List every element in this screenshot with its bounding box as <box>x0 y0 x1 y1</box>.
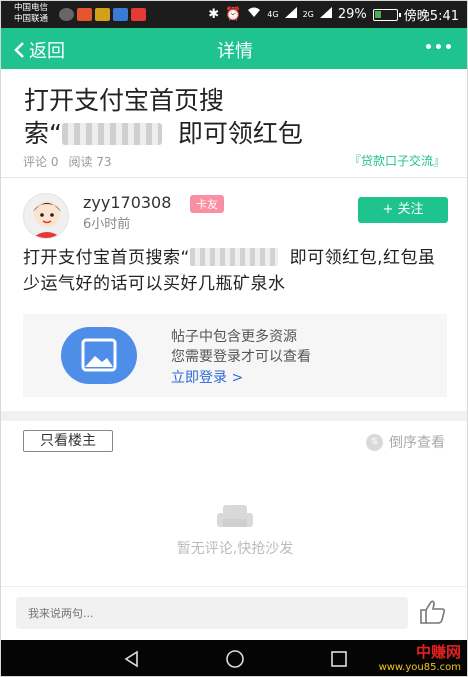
board-link[interactable]: 『贷款口子交流』 <box>349 152 445 169</box>
section-divider <box>1 411 467 421</box>
back-triangle-icon[interactable] <box>123 650 141 668</box>
comment-count: 评论 0 <box>23 155 59 169</box>
watermark-title: 中赚网 <box>415 643 461 661</box>
battery-icon <box>372 8 401 21</box>
post-title: 打开支付宝首页搜 索“ 即可领红包 <box>24 84 444 150</box>
sort-icon: ⇅ <box>366 433 383 451</box>
alarm-icon: ⏰ <box>225 7 242 22</box>
resource-hint: 帖子中包含更多资源 <box>171 329 297 345</box>
carrier-info: 中国电信 中国联通 <box>14 3 48 25</box>
blurred-text <box>61 123 162 145</box>
carrier-1: 中国电信 <box>14 3 49 13</box>
app-notification-icon <box>113 8 128 21</box>
page-title: 详情 <box>217 41 253 62</box>
status-right: ✱ ⏰ 4G 2G 29% 傍晚5:41 <box>208 5 459 24</box>
home-circle-icon[interactable] <box>225 649 245 669</box>
status-bar: 中国电信 中国联通 ✱ ⏰ 4G 2G 29% 傍晚5:41 <box>1 1 467 28</box>
post-time: 6小时前 <box>83 217 131 232</box>
image-icon <box>61 327 137 384</box>
post-title-part-1: 打开支付宝首页搜 <box>24 86 225 115</box>
app-notification-icon <box>95 8 110 21</box>
watermark: 中赚网 www.you85.com <box>379 641 461 673</box>
follow-button[interactable]: + 关注 <box>358 197 448 223</box>
divider <box>1 177 467 178</box>
post-body-part-1: 打开支付宝首页搜索“ <box>23 248 190 268</box>
network-label-2: 2G <box>302 10 314 19</box>
clock: 傍晚5:41 <box>403 9 459 24</box>
login-link[interactable]: 立即登录 > <box>171 367 243 387</box>
avatar[interactable] <box>23 193 69 239</box>
reverse-order-label: 倒序查看 <box>389 435 445 451</box>
post-title-part-2: 索“ <box>24 119 62 148</box>
back-button[interactable]: 返回 <box>13 37 65 63</box>
only-host-button[interactable]: 只看楼主 <box>23 430 113 452</box>
post-meta: 评论 0 阅读 73 <box>23 153 112 170</box>
battery-fill <box>374 10 381 18</box>
signal-icon <box>284 7 297 22</box>
wifi-icon <box>247 7 261 22</box>
comment-input[interactable] <box>16 597 408 629</box>
back-label: 返回 <box>29 41 65 62</box>
more-icon[interactable] <box>426 44 451 49</box>
chevron-left-icon <box>14 42 24 58</box>
comment-bar <box>1 586 467 640</box>
app-notification-icon <box>131 8 146 21</box>
network-label-1: 4G <box>267 10 279 19</box>
thumbs-up-icon[interactable] <box>418 599 448 629</box>
post-body: 打开支付宝首页搜索“ 即可领红包,红包虽少运气好的话可以买好几瓶矿泉水 <box>23 245 447 297</box>
carrier-2: 中国联通 <box>14 14 49 24</box>
watermark-url: www.you85.com <box>378 662 461 673</box>
phone-screen: 中国电信 中国联通 ✱ ⏰ 4G 2G 29% 傍晚5:41 返回 详情 打开支… <box>0 0 468 677</box>
sofa-icon <box>215 503 255 537</box>
author-name[interactable]: zyy170308 <box>83 193 171 212</box>
blurred-text <box>189 248 278 266</box>
empty-comments-text: 暂无评论,快抢沙发 <box>176 541 294 557</box>
post-title-part-3: 即可领红包 <box>177 119 303 148</box>
recents-square-icon[interactable] <box>330 650 348 668</box>
read-count: 阅读 73 <box>68 155 112 169</box>
signal-icon <box>319 7 332 22</box>
cloud-icon <box>59 8 74 21</box>
login-prompt-card[interactable]: 帖子中包含更多资源 您需要登录才可以查看 立即登录 > <box>23 314 447 397</box>
app-header: 返回 详情 <box>1 28 467 69</box>
bluetooth-icon: ✱ <box>208 7 220 22</box>
app-notification-icon <box>77 8 92 21</box>
reverse-order-button[interactable]: ⇅ 倒序查看 <box>366 432 445 452</box>
notification-icons <box>59 8 146 21</box>
user-badge: 卡友 <box>190 195 224 213</box>
battery-percent: 29% <box>337 7 367 22</box>
login-hint: 您需要登录才可以查看 <box>171 349 311 365</box>
